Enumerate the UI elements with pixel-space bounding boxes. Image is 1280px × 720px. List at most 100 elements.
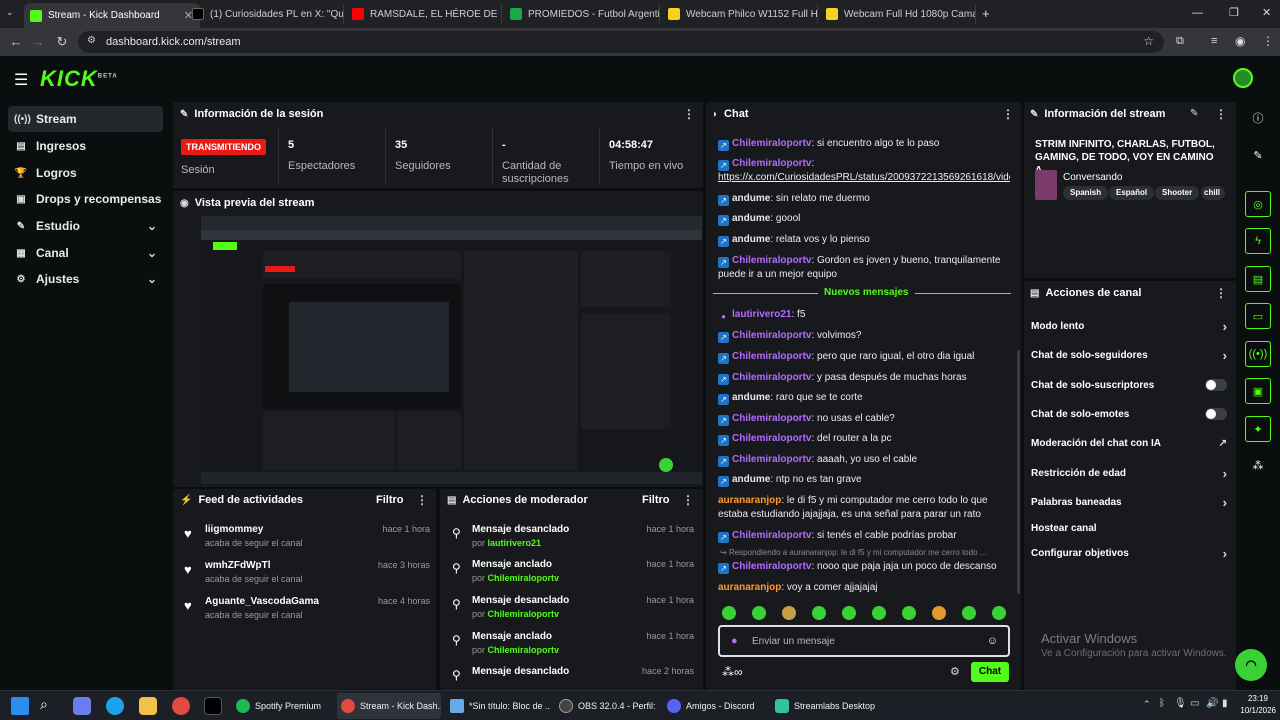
chat-username[interactable]: Chilemiraloportv [732,433,811,444]
sidebar-item-estudio[interactable]: ✎ Estudio ⌄ [8,213,163,239]
edit-icon[interactable]: ✎ [1190,108,1198,119]
action-configure-goals[interactable]: Configurar objetivos › [1031,542,1227,564]
action-host-channel[interactable]: Hostear canal [1031,517,1227,539]
camera-icon[interactable]: ◎ [1245,191,1271,217]
tab-x[interactable]: (1) Curiosidades PL en X: "Quan✕ [186,4,344,24]
action-banned-words[interactable]: Palabras baneadas › [1031,491,1227,513]
session-menu-icon[interactable]: ⋮ [683,107,695,121]
tab-youtube[interactable]: RAMSDALE, EL HÉROE DE LAS✕ [346,4,502,24]
chat-username[interactable]: andume [732,213,770,224]
stream-preview-video[interactable] [201,216,702,484]
restore-icon[interactable]: ❐ [1229,6,1239,19]
new-tab-icon[interactable]: + [982,6,990,21]
chat-username[interactable]: lautirivero21 [732,309,791,320]
send-chat-button[interactable]: Chat [971,662,1009,682]
mod-menu-icon[interactable]: ⋮ [682,493,694,507]
media-icon[interactable]: ≡ [1211,35,1217,47]
tray-chevron-icon[interactable]: ⌃ [1143,699,1151,710]
chat-username[interactable]: Chilemiraloportv [732,138,811,149]
site-info-icon[interactable]: ⚙ [87,35,96,46]
emote-icon[interactable] [842,606,856,620]
tab-webcam-fullhd[interactable]: Webcam Full Hd 1080p Camar✕ [820,4,976,24]
emote-icon[interactable] [722,606,736,620]
chat-scrollbar[interactable] [1017,350,1020,594]
chat-settings-icon[interactable]: ⚙ [950,665,960,678]
taskbar-app-notepad[interactable]: *Sin título: Bloc de ... [446,693,550,719]
chat-username[interactable]: auranaranjop [718,582,781,593]
action-ai-moderation[interactable]: Moderación del chat con IA ↗ [1031,432,1227,454]
tab-kick-dashboard[interactable]: Stream - Kick Dashboard ✕ [24,3,200,28]
emote-icon[interactable] [782,606,796,620]
chat-message-input[interactable]: ● Enviar un mensaje ☺ [718,625,1010,657]
chat-username[interactable]: Chilemiraloportv [732,454,811,465]
chat-username[interactable]: Chilemiraloportv [732,351,811,362]
taskbar-app-spotify[interactable]: Spotify Premium [232,693,332,719]
chat-link[interactable]: https://x.com/CuriosidadesPRL/status/200… [718,171,1010,185]
battery-icon[interactable]: ▮ [1222,698,1228,709]
sidebar-item-ajustes[interactable]: ⚙ Ajustes ⌄ [8,266,163,292]
clock-date[interactable]: 10/1/2026 [1236,706,1276,715]
sidebar-item-canal[interactable]: ▦ Canal ⌄ [8,240,163,266]
windows-start-icon[interactable] [11,697,29,715]
search-icon[interactable]: ⌕ [40,696,48,713]
taskbar-app-kick[interactable]: Stream - Kick Dash... [337,693,441,719]
edge-icon[interactable] [106,697,124,715]
copilot-icon[interactable] [73,697,91,715]
browser-menu-icon[interactable]: ⋮ [1262,34,1274,48]
wrench-icon[interactable]: ✦ [1245,416,1271,442]
chat-username[interactable]: andume [732,474,770,485]
tab-list-icon[interactable]: ⌄ [6,7,14,18]
feed-filter-button[interactable]: Filtro [376,494,404,506]
emote-icon[interactable] [962,606,976,620]
support-icon[interactable]: ◠ [1235,649,1267,681]
taskbar-app-discord[interactable]: Amigos - Discord [663,693,767,719]
chrome-icon[interactable] [172,697,190,715]
chat-username[interactable]: Chilemiraloportv [732,330,811,341]
action-age-restriction[interactable]: Restricción de edad › [1031,462,1227,484]
emote-icon[interactable] [752,606,766,620]
mod-filter-button[interactable]: Filtro [642,494,670,506]
tiktok-icon[interactable] [204,697,222,715]
actions-menu-icon[interactable]: ⋮ [1215,286,1227,300]
emote-icon[interactable] [812,606,826,620]
chat-username[interactable]: andume [732,193,770,204]
chat-username[interactable]: auranaranjop [718,495,781,506]
sidebar-item-drops[interactable]: ▣ Drops y recompensas [8,186,163,212]
action-slow-mode[interactable]: Modo lento › [1031,315,1227,337]
emote-icon[interactable] [932,606,946,620]
emote-icon[interactable] [992,606,1006,620]
sidebar-item-ingresos[interactable]: ▤ Ingresos [8,133,163,159]
back-icon[interactable]: ← [4,34,28,49]
sidebar-item-stream[interactable]: ((•)) Stream [8,106,163,132]
more-tools-icon[interactable]: ⁂ [1245,452,1271,478]
window-close-icon[interactable]: ✕ [1262,6,1271,19]
network-icon[interactable]: ▭ [1190,698,1199,709]
subscribers-only-toggle[interactable] [1205,379,1227,391]
bookmark-star-icon[interactable]: ☆ [1143,34,1154,48]
action-followers-only[interactable]: Chat de solo-seguidores › [1031,344,1227,366]
emotes-only-toggle[interactable] [1205,408,1227,420]
tab-promiedos[interactable]: PROMIEDOS - Futbol Argentino✕ [504,4,660,24]
reload-icon[interactable]: ↻ [50,34,74,50]
lightning-icon[interactable]: ϟ [1245,228,1271,254]
chat-menu-icon[interactable]: ⋮ [1002,107,1014,121]
action-subscribers-only[interactable]: Chat de solo-suscriptores [1031,374,1227,396]
users-icon[interactable]: ▣ [1245,378,1271,404]
bluetooth-icon[interactable]: ᛒ [1159,698,1165,709]
chat-username[interactable]: andume [732,392,770,403]
forward-icon[interactable]: → [26,34,50,49]
chat-username[interactable]: Chilemiraloportv [732,413,811,424]
chat-username[interactable]: Chilemiraloportv [732,530,811,541]
clock-time[interactable]: 23:19 [1244,694,1268,703]
action-emotes-only[interactable]: Chat de solo-emotes [1031,403,1227,425]
chat-username[interactable]: andume [732,234,770,245]
streaminfo-menu-icon[interactable]: ⋮ [1215,107,1227,121]
extensions-icon[interactable]: ⧉ [1176,35,1184,48]
file-explorer-icon[interactable] [139,697,157,715]
clipboard-icon[interactable]: ▤ [1245,266,1271,292]
info-icon[interactable]: ⓘ [1245,105,1271,131]
kick-logo[interactable]: KICKBETA [40,66,118,92]
feed-menu-icon[interactable]: ⋮ [416,493,428,507]
sidebar-item-logros[interactable]: 🏆 Logros [8,160,163,186]
chat-username[interactable]: Chilemiraloportv [732,158,811,169]
